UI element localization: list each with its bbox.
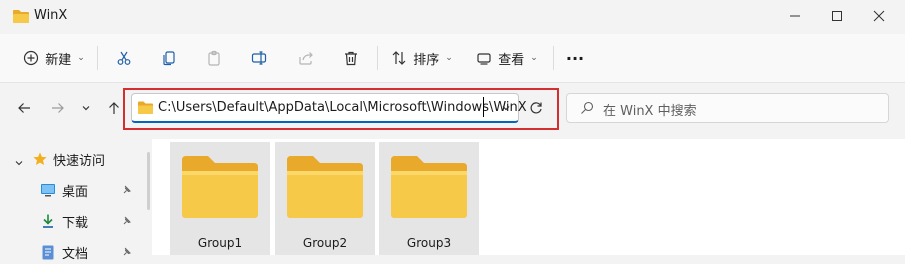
sort-icon xyxy=(392,51,406,65)
sidebar-item-label: 下载 xyxy=(62,215,89,231)
folder-name: Group1 xyxy=(197,236,243,250)
chevron-down-icon xyxy=(82,106,90,111)
refresh-icon xyxy=(530,102,542,114)
sort-button[interactable]: 排序 ⌄ xyxy=(389,44,455,72)
chevron-down-icon: ⌄ xyxy=(445,53,453,63)
sidebar-item-quick-access[interactable]: 快速访问 xyxy=(32,147,142,171)
scissors-icon xyxy=(117,51,131,65)
pin-icon[interactable] xyxy=(122,185,132,195)
close-icon xyxy=(873,10,885,22)
maximize-button[interactable] xyxy=(815,0,859,32)
folder-item[interactable]: Group2 xyxy=(275,142,375,255)
folder-name: Group2 xyxy=(302,236,348,250)
address-history-dropdown[interactable] xyxy=(492,94,520,122)
chevron-down-icon: ⌄ xyxy=(77,53,85,63)
folder-icon xyxy=(287,156,363,218)
close-button[interactable] xyxy=(857,0,901,32)
folder-name: Group3 xyxy=(406,236,452,250)
sidebar-item-label: 桌面 xyxy=(62,184,89,200)
window-title: WinX xyxy=(34,8,68,23)
rename-icon xyxy=(251,51,267,65)
clipboard-icon xyxy=(208,50,220,66)
arrow-left-icon xyxy=(18,103,30,113)
address-path-input[interactable]: C:\Users\Default\AppData\Local\Microsoft… xyxy=(158,100,527,115)
delete-button[interactable] xyxy=(337,44,365,72)
sort-button-label: 排序 xyxy=(413,52,440,68)
share-button[interactable] xyxy=(292,44,320,72)
chevron-down-icon xyxy=(502,106,510,111)
star-icon xyxy=(33,152,47,165)
minimize-icon xyxy=(790,15,800,17)
view-button-label: 查看 xyxy=(498,52,525,68)
recent-locations-button[interactable] xyxy=(74,94,98,122)
forward-button[interactable] xyxy=(44,94,72,122)
view-icon xyxy=(477,53,491,65)
pin-icon[interactable] xyxy=(122,247,132,257)
paste-button[interactable] xyxy=(200,44,228,72)
folder-item[interactable]: Group1 xyxy=(170,142,270,255)
folder-icon xyxy=(391,156,467,218)
share-icon xyxy=(299,52,313,65)
folder-item[interactable]: Group3 xyxy=(379,142,479,255)
toolbar-divider xyxy=(97,46,98,70)
arrow-right-icon xyxy=(52,103,64,113)
copy-button[interactable] xyxy=(155,44,183,72)
search-icon xyxy=(581,101,594,114)
folder-icon xyxy=(138,101,153,114)
more-options-button[interactable]: ··· xyxy=(560,44,590,72)
toolbar-divider xyxy=(553,46,554,70)
pin-icon[interactable] xyxy=(122,216,132,226)
view-button[interactable]: 查看 ⌄ xyxy=(474,44,540,72)
title-bar xyxy=(0,0,905,34)
folder-icon xyxy=(182,156,258,218)
add-circle-icon xyxy=(24,50,39,66)
download-icon xyxy=(43,214,53,228)
minimize-button[interactable] xyxy=(773,0,817,32)
new-button-label: 新建 xyxy=(45,52,72,68)
text-cursor xyxy=(483,97,484,117)
back-button[interactable] xyxy=(10,94,38,122)
sidebar-item-label: 文档 xyxy=(62,246,89,262)
expand-chevron-icon[interactable] xyxy=(14,153,24,166)
folder-icon xyxy=(13,10,29,23)
sidebar-scrollbar[interactable] xyxy=(147,152,150,210)
document-icon xyxy=(42,245,54,260)
maximize-icon xyxy=(832,11,842,21)
refresh-button[interactable] xyxy=(522,94,550,122)
sidebar-item-label: 快速访问 xyxy=(53,153,106,169)
copy-icon xyxy=(163,51,175,66)
search-input[interactable]: 在 WinX 中搜索 xyxy=(603,100,697,119)
desktop-icon xyxy=(41,184,55,197)
toolbar-divider xyxy=(377,46,378,70)
rename-button[interactable] xyxy=(245,44,273,72)
new-button[interactable]: 新建 ⌄ xyxy=(20,44,88,72)
arrow-up-icon xyxy=(109,102,119,114)
chevron-down-icon: ⌄ xyxy=(530,53,538,63)
cut-button[interactable] xyxy=(110,44,138,72)
trash-icon xyxy=(345,51,357,66)
